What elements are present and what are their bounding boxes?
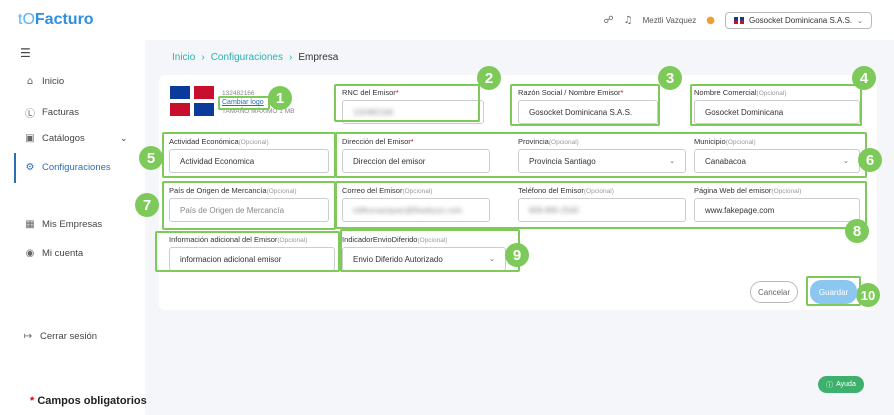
highlight-2 <box>334 84 480 122</box>
company-name: Gosocket Dominicana S.A.S. <box>748 16 853 25</box>
catalog-icon: ▣ <box>25 133 35 144</box>
breadcrumb-configuraciones[interactable]: Configuraciones <box>211 52 283 63</box>
chevron-right-icon: › <box>288 52 293 63</box>
badge-3: 3 <box>658 66 682 90</box>
company-logo <box>170 86 214 116</box>
required-fields-note: * Campos obligatorios <box>30 395 147 407</box>
sidebar-item-catalogos[interactable]: ▣ Catálogos <box>24 133 85 144</box>
badge-4: 4 <box>852 66 876 90</box>
help-button[interactable]: ⓘ Ayuda <box>818 376 864 393</box>
save-button[interactable]: Guardar <box>810 280 857 304</box>
building-icon: ▦ <box>25 219 35 230</box>
chevron-down-icon: ⌄ <box>857 16 863 25</box>
sidebar-item-facturas[interactable]: Ⓛ Facturas <box>24 105 79 120</box>
breadcrumb-empresa: Empresa <box>298 52 339 63</box>
account-icon: ◉ <box>25 248 35 259</box>
badge-1: 1 <box>268 86 292 110</box>
top-right-controls: ☍ ♫ Meztli Vazquez ● Gosocket Dominicana… <box>603 12 872 29</box>
highlight-info <box>155 231 340 272</box>
cancel-button[interactable]: Cancelar <box>750 281 798 303</box>
highlight-7 <box>162 181 336 230</box>
highlight-5 <box>162 132 336 178</box>
home-icon: ⌂ <box>26 76 34 87</box>
chevron-right-icon: › <box>201 52 205 63</box>
sidebar-item-inicio[interactable]: ⌂ Inicio <box>24 76 64 87</box>
sidebar-item-cerrar-sesion[interactable]: ↦ Cerrar sesión <box>22 331 97 342</box>
badge-7: 7 <box>135 193 159 217</box>
user-name[interactable]: Meztli Vazquez <box>643 16 697 25</box>
dollar-icon: Ⓛ <box>25 109 35 120</box>
app-logo[interactable]: tOFacturo <box>18 11 94 29</box>
company-select[interactable]: Gosocket Dominicana S.A.S. ⌄ <box>724 12 872 29</box>
sidebar-item-mi-cuenta[interactable]: ◉ Mi cuenta <box>24 248 84 259</box>
badge-5: 5 <box>139 146 163 170</box>
breadcrumb: Inicio › Configuraciones › Empresa <box>172 52 338 63</box>
chevron-down-icon[interactable]: ⌄ <box>120 134 128 144</box>
bell-icon[interactable]: ♫ <box>624 15 633 26</box>
highlight-4 <box>690 84 862 126</box>
sidebar-item-mis-empresas[interactable]: ▦ Mis Empresas <box>24 219 102 230</box>
badge-2: 2 <box>477 66 501 90</box>
badge-10: 10 <box>856 283 880 307</box>
top-bar: tOFacturo ☍ ♫ Meztli Vazquez ● Gosocket … <box>0 0 894 40</box>
highlight-6 <box>335 132 867 178</box>
dominican-flag-icon <box>733 17 744 24</box>
badge-9: 9 <box>505 243 529 267</box>
sidebar-item-configuraciones[interactable]: ⚙ Configuraciones <box>24 162 111 173</box>
badge-8: 8 <box>845 219 869 243</box>
highlight-1 <box>218 96 270 110</box>
avatar-icon[interactable]: ● <box>706 15 715 26</box>
gear-icon: ⚙ <box>25 162 35 173</box>
active-indicator <box>14 153 16 183</box>
help-icon: ⓘ <box>826 381 834 389</box>
logout-icon: ↦ <box>23 331 33 342</box>
cart-icon[interactable]: ☍ <box>603 15 613 26</box>
badge-6: 6 <box>858 148 882 172</box>
highlight-8 <box>335 181 867 229</box>
highlight-9 <box>340 229 520 272</box>
menu-icon[interactable]: ☰ <box>20 46 31 60</box>
highlight-3 <box>510 84 660 126</box>
breadcrumb-inicio[interactable]: Inicio <box>172 52 195 63</box>
